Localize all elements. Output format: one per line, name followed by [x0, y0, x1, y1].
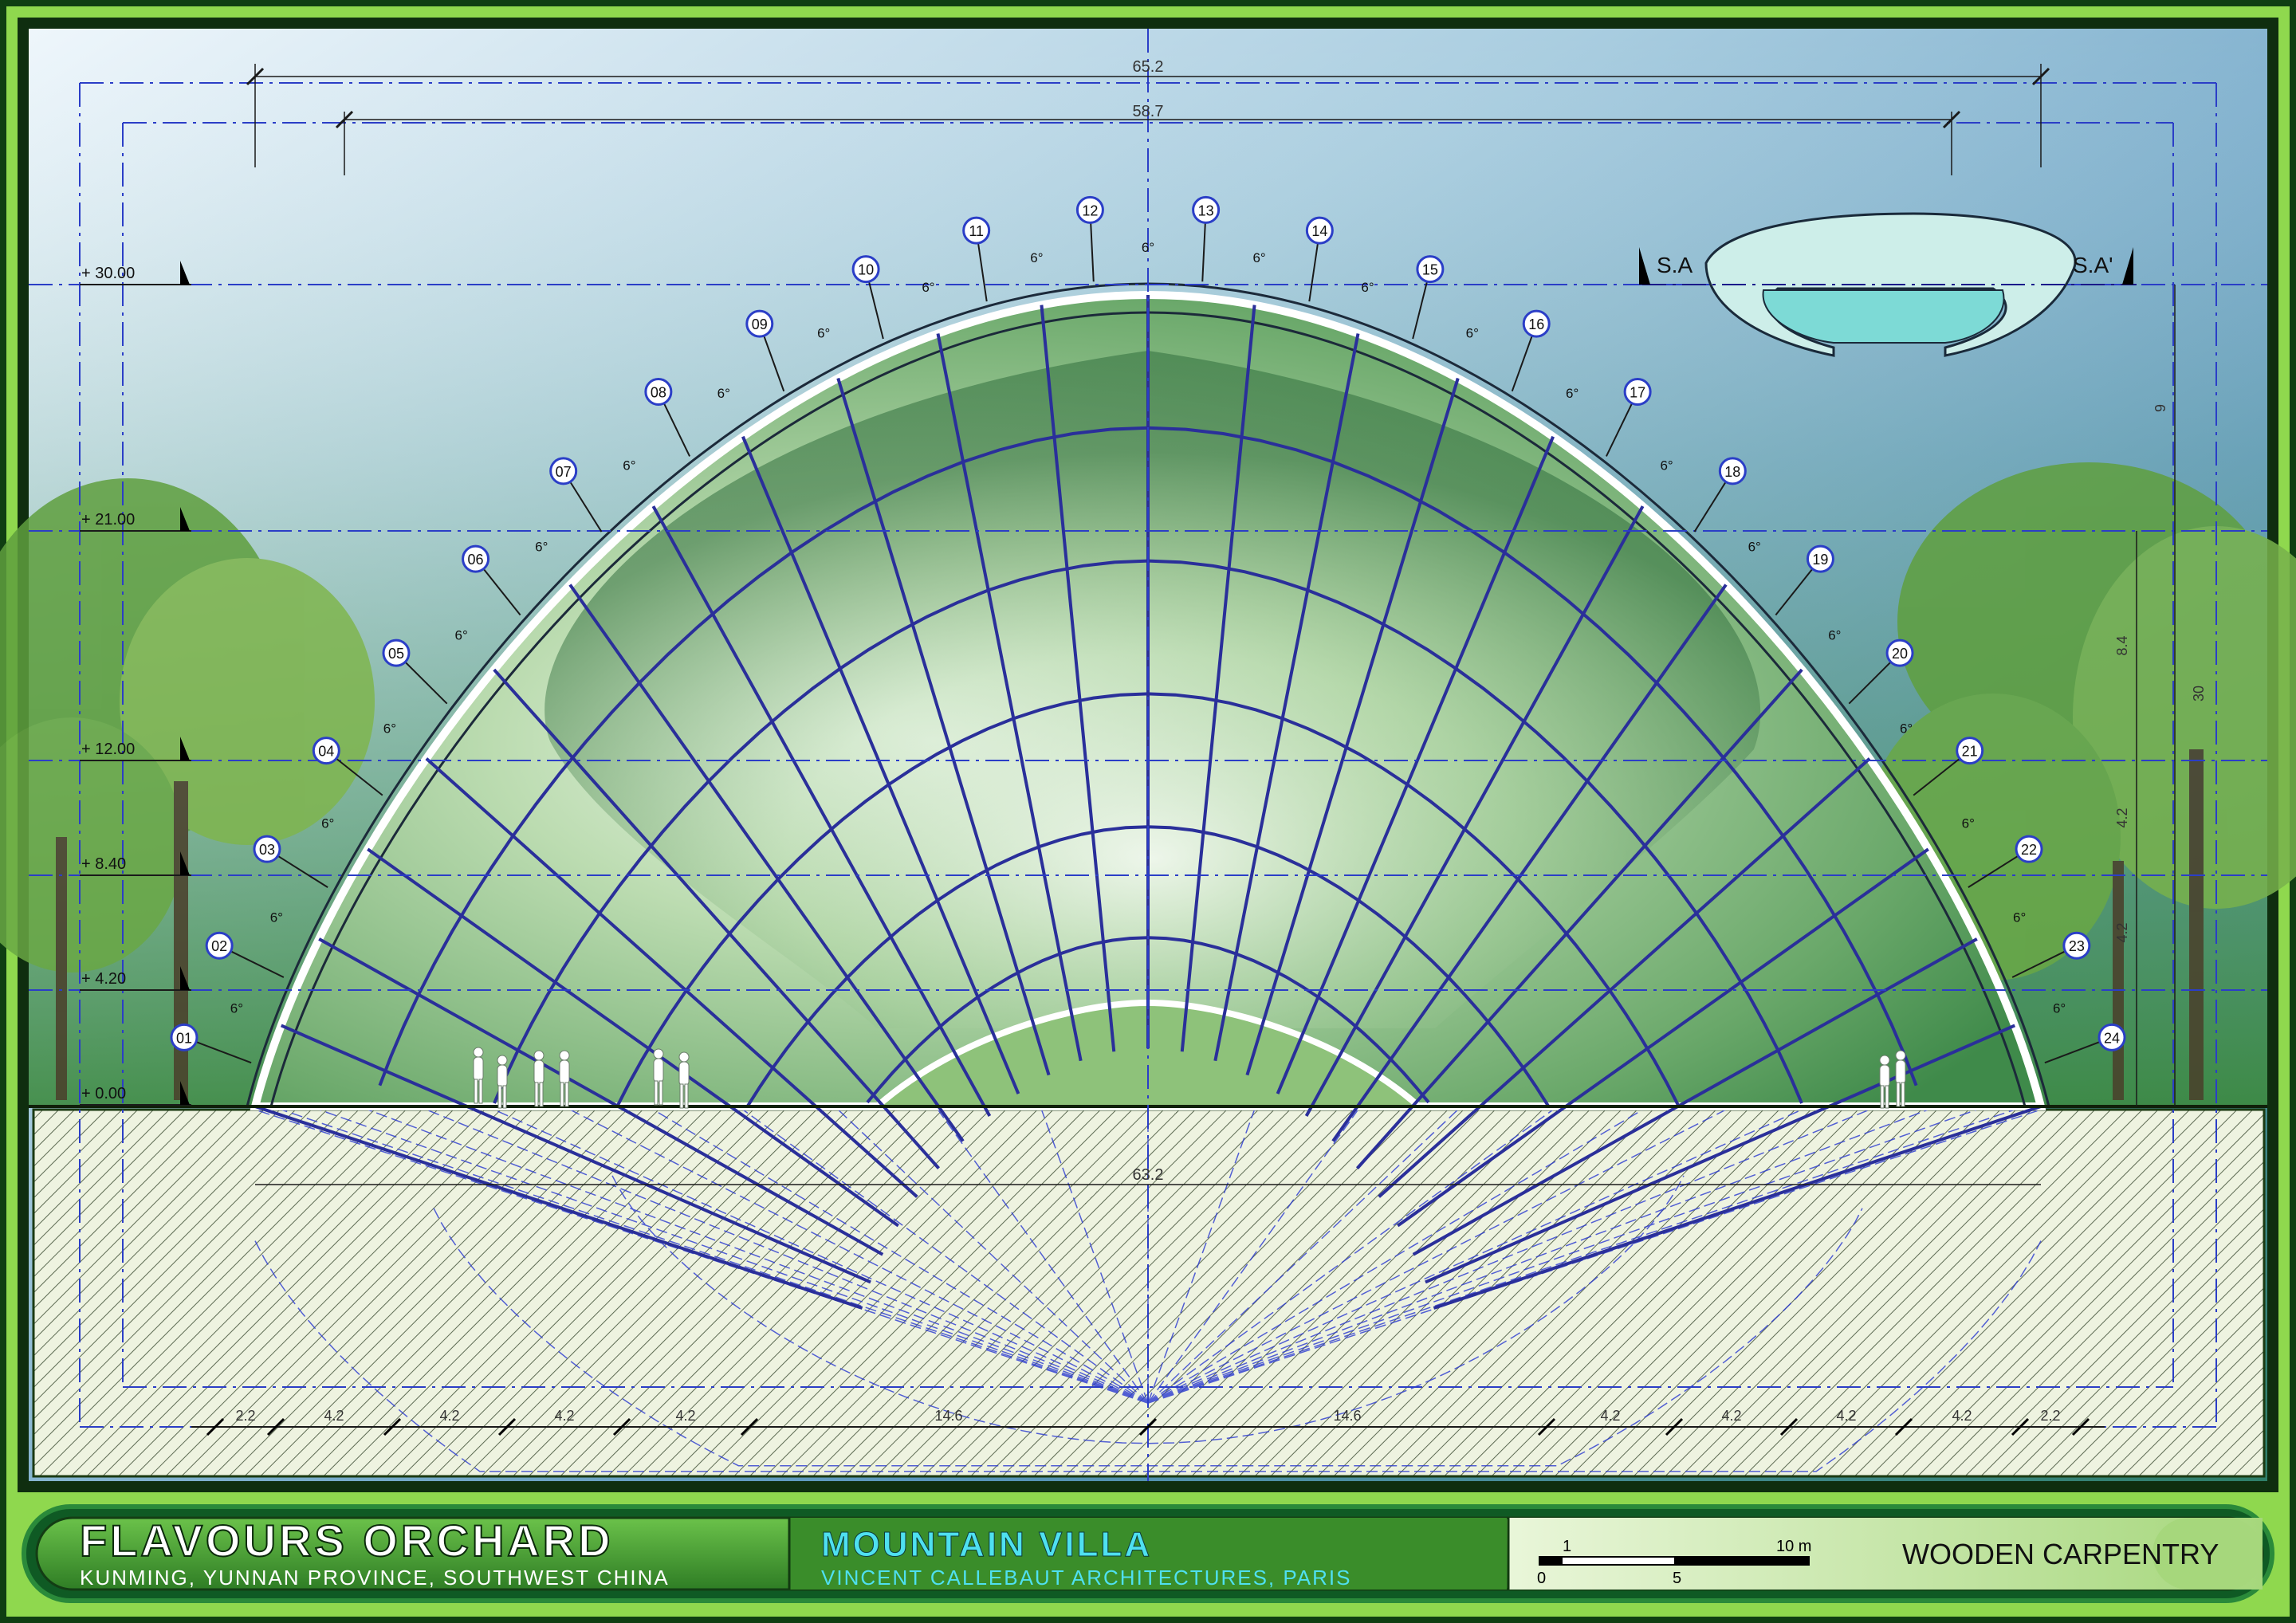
svg-text:10 m: 10 m [1776, 1538, 1811, 1555]
drawing-type: WOODEN CARPENTRY [1902, 1538, 2219, 1570]
level-label: + 21.00 [81, 511, 135, 529]
bottom-dim-label: 2.2 [235, 1408, 255, 1424]
section-label-right: S.A' [2073, 253, 2113, 277]
rib-angle-label: 6° [2013, 910, 2026, 925]
rib-marker-label: 10 [858, 262, 874, 278]
rib-marker-label: 21 [1962, 744, 1978, 760]
rib-marker-label: 24 [2104, 1030, 2120, 1046]
rib-angle-label: 6° [535, 540, 548, 555]
bottom-dim-label: 4.2 [1952, 1408, 1972, 1424]
section-label-left: S.A [1657, 253, 1693, 277]
svg-text:1: 1 [1563, 1538, 1571, 1555]
bottom-dim-label: 4.2 [439, 1408, 459, 1424]
project-title: FLAVOURS ORCHARD [80, 1515, 614, 1566]
bottom-dim-label: 4.2 [1600, 1408, 1620, 1424]
dim-right-low: 4.2 [2114, 808, 2130, 827]
rib-marker-label: 08 [651, 384, 666, 400]
dim-right-height: 9 [2152, 404, 2168, 412]
level-label: + 0.00 [81, 1085, 126, 1102]
rib-angle-label: 6° [1142, 240, 1154, 255]
rib-marker-label: 15 [1422, 262, 1438, 278]
rib-angle-label: 6° [922, 280, 934, 295]
rib-angle-label: 6° [1252, 250, 1265, 265]
rib-marker-label: 03 [259, 842, 275, 858]
rib-marker-label: 04 [318, 744, 334, 760]
rib-marker-label: 13 [1198, 202, 1214, 218]
rib-marker-label: 07 [556, 464, 572, 480]
rib-angle-label: 6° [1566, 386, 1578, 401]
rib-angle-label: 6° [321, 815, 334, 831]
dim-right-vertical: 30 [2191, 686, 2207, 701]
level-label: + 30.00 [81, 265, 135, 282]
architect-name: VINCENT CALLEBAUT ARCHITECTURES, PARIS [821, 1566, 1351, 1590]
dim-overall-top: 65.2 [1133, 58, 1164, 76]
svg-text:0: 0 [1537, 1570, 1546, 1587]
bottom-dim-label: 4.2 [554, 1408, 574, 1424]
dim-ground-span: 63.2 [1133, 1166, 1164, 1184]
rib-marker-label: 17 [1630, 384, 1645, 400]
level-label: + 8.40 [81, 855, 126, 873]
rib-marker-label: 11 [969, 223, 984, 239]
rib-angle-label: 6° [718, 386, 730, 401]
rib-angle-label: 6° [1748, 540, 1761, 555]
rib-marker-label: 09 [752, 316, 768, 332]
rib-angle-label: 6° [1466, 325, 1479, 340]
rib-angle-label: 6° [1962, 815, 1975, 831]
dim-right-low2: 4.2 [2114, 922, 2130, 942]
dim-right-mid: 8.4 [2114, 635, 2130, 655]
bottom-dim-label: 14.6 [934, 1408, 962, 1424]
rib-angle-label: 6° [817, 325, 830, 340]
rib-angle-label: 6° [230, 1001, 243, 1016]
rib-angle-label: 6° [1900, 721, 1913, 736]
rib-marker-label: 23 [2069, 938, 2085, 954]
rib-angle-label: 6° [1660, 458, 1673, 473]
rib-angle-label: 6° [1828, 628, 1841, 643]
building-name: MOUNTAIN VILLA [821, 1525, 1152, 1564]
rib-marker-label: 06 [468, 552, 484, 568]
rib-marker-label: 14 [1311, 223, 1327, 239]
rib-marker-label: 12 [1082, 202, 1098, 218]
rib-marker-label: 16 [1528, 316, 1544, 332]
elevation-drawing: 65.2 58.7 63.2 9 8.4 4.2 4.2 30 + 30.00 +… [0, 0, 2296, 1623]
rib-marker-label: 05 [388, 646, 404, 662]
bottom-dim-label: 4.2 [675, 1408, 695, 1424]
rib-marker-label: 19 [1812, 552, 1828, 568]
rib-angle-label: 6° [383, 721, 396, 736]
project-location: KUNMING, YUNNAN PROVINCE, SOUTHWEST CHIN… [80, 1566, 670, 1590]
bottom-dim-label: 14.6 [1333, 1408, 1361, 1424]
rib-marker-label: 02 [211, 938, 227, 954]
rib-angle-label: 6° [1361, 280, 1374, 295]
rib-marker-label: 22 [2021, 842, 2037, 858]
level-label: + 4.20 [81, 970, 126, 988]
rib-angle-label: 6° [1030, 250, 1043, 265]
bottom-dim-label: 2.2 [2040, 1408, 2060, 1424]
bottom-dim-label: 4.2 [1721, 1408, 1741, 1424]
rib-angle-label: 6° [270, 910, 283, 925]
title-bar: FLAVOURS ORCHARD KUNMING, YUNNAN PROVINC… [22, 1504, 2274, 1603]
rib-angle-label: 6° [623, 458, 635, 473]
rib-marker-label: 01 [176, 1030, 192, 1046]
rib-angle-label: 6° [2053, 1001, 2066, 1016]
level-label: + 12.00 [81, 741, 135, 758]
rib-marker-label: 18 [1724, 464, 1740, 480]
rib-marker-label: 20 [1892, 646, 1908, 662]
rib-angle-label: 6° [455, 628, 468, 643]
dim-inner-top: 58.7 [1133, 103, 1164, 120]
svg-text:5: 5 [1673, 1570, 1681, 1587]
bottom-dim-label: 4.2 [324, 1408, 344, 1424]
bottom-dim-label: 4.2 [1836, 1408, 1856, 1424]
